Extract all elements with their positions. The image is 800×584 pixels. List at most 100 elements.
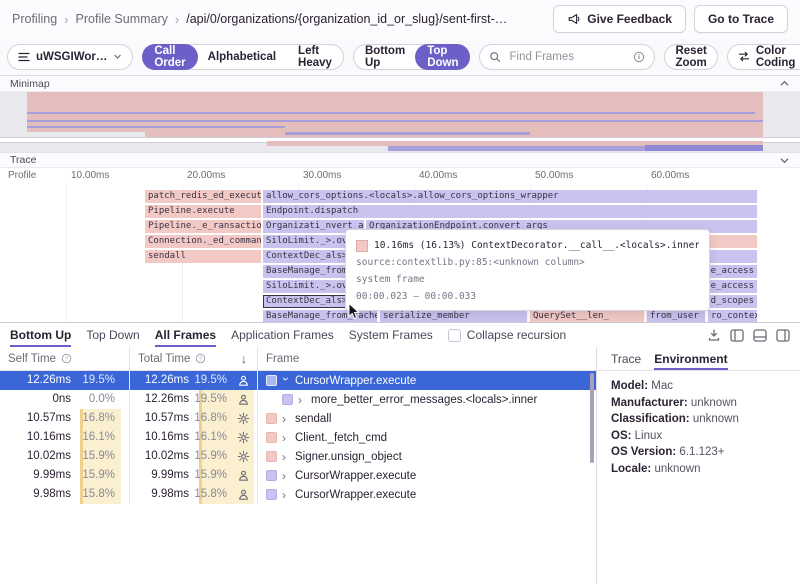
flame-frame[interactable]: ro_context	[708, 310, 758, 322]
direction-bottom-up[interactable]: Bottom Up	[354, 45, 416, 69]
flame-frame[interactable]: allow_cors_options.<locals>.allow_cors_o…	[263, 190, 758, 203]
chevron-collapsed-icon[interactable]: ›	[282, 413, 290, 425]
chevron-collapsed-icon[interactable]: ›	[298, 394, 306, 406]
ruler-tick: 50.00ms	[535, 170, 573, 181]
minimap-canvas[interactable]	[0, 92, 800, 152]
mouse-cursor	[347, 302, 360, 320]
chevron-collapsed-icon[interactable]: ›	[282, 470, 290, 482]
frame-cell[interactable]: ›CursorWrapper.execute	[258, 485, 596, 504]
total-time-cell: 12.26ms19.5%	[130, 371, 258, 390]
info-icon	[633, 51, 645, 63]
trace-header[interactable]: Trace	[0, 152, 800, 168]
flame-frame[interactable]: Endpoint.dispatch	[263, 205, 758, 218]
table-scrollbar[interactable]	[590, 373, 594, 463]
dock-left-icon[interactable]	[730, 329, 744, 342]
flame-frame[interactable]: sendall	[145, 250, 262, 263]
frame-column-header[interactable]: Frame	[258, 347, 596, 370]
sorting-mode-group: Call OrderAlphabeticalLeft Heavy	[142, 44, 344, 70]
download-icon[interactable]	[707, 328, 721, 342]
self-time-cell: 10.16ms16.1%	[0, 428, 130, 447]
chevron-collapsed-icon[interactable]: ›	[282, 451, 290, 463]
search-icon	[489, 51, 501, 63]
frame-cell[interactable]: › CursorWrapper.execute	[258, 466, 596, 485]
total-time-cell: 10.16ms16.1%	[130, 428, 258, 447]
table-row[interactable]: 10.02ms15.9%10.02ms15.9%›Signer.unsign_o…	[0, 447, 596, 466]
question-icon: ?	[61, 353, 72, 364]
breadcrumb-transaction: /api/0/organizations/{organization_id_or…	[186, 12, 507, 26]
tooltip-frame-type: system frame	[356, 271, 699, 288]
self-time-column-header[interactable]: Self Time ?	[0, 347, 130, 370]
go-to-trace-button[interactable]: Go to Trace	[694, 5, 788, 33]
svg-text:?: ?	[199, 357, 203, 363]
chevron-expanded-icon[interactable]: ›	[280, 377, 292, 385]
flame-frame[interactable]: BaseManage_from_cache	[263, 310, 378, 322]
gridline	[66, 184, 67, 322]
breadcrumb: Profiling › Profile Summary › /api/0/org…	[12, 12, 507, 27]
frame-color-square	[282, 394, 293, 405]
flame-frame[interactable]: Pipeline._e_ransaction	[145, 220, 262, 233]
drawer-tab-top-down[interactable]: Top Down	[86, 323, 139, 347]
find-frames-search[interactable]	[479, 44, 655, 70]
collapse-recursion-checkbox[interactable]: Collapse recursion	[448, 328, 566, 342]
profile-label: Profile	[8, 170, 36, 181]
frame-cell[interactable]: ›CursorWrapper.execute	[258, 371, 596, 390]
frame-cell[interactable]: › sendall	[258, 409, 596, 428]
chevron-down-icon[interactable]	[779, 155, 790, 166]
details-tab-environment[interactable]: Environment	[654, 347, 727, 370]
details-tab-trace[interactable]: Trace	[611, 347, 641, 370]
thread-selector[interactable]: uWSGIWor…	[7, 44, 133, 70]
give-feedback-button[interactable]: Give Feedback	[553, 5, 686, 33]
table-row[interactable]: 9.98ms15.8%9.98ms15.8%›CursorWrapper.exe…	[0, 485, 596, 504]
direction-top-down[interactable]: Top Down	[415, 44, 470, 70]
breadcrumb-profile-summary[interactable]: Profile Summary	[76, 12, 168, 26]
flame-frame[interactable]: Pipeline.execute	[145, 205, 262, 218]
search-input[interactable]	[507, 50, 627, 64]
frame-color-square	[266, 470, 277, 481]
table-row[interactable]: 12.26ms19.5%12.26ms19.5%›CursorWrapper.e…	[0, 371, 596, 390]
minimap-header[interactable]: Minimap	[0, 76, 800, 92]
sort-mode-left-heavy[interactable]: Left Heavy	[287, 45, 343, 69]
dock-bottom-icon[interactable]	[753, 329, 767, 342]
drawer-tab-bottom-up[interactable]: Bottom Up	[10, 323, 71, 347]
drawer-tab-application-frames[interactable]: Application Frames	[231, 323, 334, 347]
chevron-collapsed-icon[interactable]: ›	[282, 489, 290, 501]
table-row[interactable]: 10.16ms16.1%10.16ms16.1%›Client._fetch_c…	[0, 428, 596, 447]
chevron-collapsed-icon[interactable]: ›	[282, 432, 290, 444]
frame-name: sendall	[295, 413, 331, 425]
table-row[interactable]: 10.57ms16.8%10.57ms16.8%›sendall	[0, 409, 596, 428]
total-time-cell: 12.26ms19.5%	[130, 390, 258, 409]
flame-frame[interactable]: QuerySet__len_	[530, 310, 645, 322]
frame-name: CursorWrapper.execute	[295, 470, 416, 482]
self-time-cell: 12.26ms19.5%	[0, 371, 130, 390]
thread-list-icon	[18, 52, 30, 62]
chevron-up-icon[interactable]	[779, 78, 790, 89]
breadcrumb-profiling[interactable]: Profiling	[12, 12, 57, 26]
flame-frame[interactable]: serialize_member	[380, 310, 528, 322]
page-header: Profiling › Profile Summary › /api/0/org…	[0, 0, 800, 38]
drawer-tab-all-frames[interactable]: All Frames	[155, 323, 216, 347]
color-coding-button[interactable]: Color Coding	[727, 44, 800, 70]
flame-frame[interactable]: from_user	[647, 310, 706, 322]
sort-descending-icon[interactable]: ↓	[241, 352, 247, 366]
sort-mode-alphabetical[interactable]: Alphabetical	[197, 45, 287, 69]
drawer-tab-system-frames[interactable]: System Frames	[349, 323, 433, 347]
frame-cell[interactable]: ›more_better_error_messages.<locals>.inn…	[258, 390, 596, 409]
flame-frame[interactable]: Connection._ed_command	[145, 235, 262, 248]
system-frame-icon	[237, 431, 250, 444]
application-frame-icon	[237, 374, 250, 387]
checkbox-icon[interactable]	[448, 329, 461, 342]
table-row[interactable]: 0ns0.0%12.26ms19.5%›more_better_error_me…	[0, 390, 596, 409]
sort-mode-call-order[interactable]: Call Order	[142, 44, 197, 70]
dock-right-icon[interactable]	[776, 329, 790, 342]
frame-stack-drawer: Bottom Up Top Down All Frames Application …	[0, 322, 800, 584]
table-row[interactable]: 9.99ms15.9%9.99ms15.9%›CursorWrapper.exe…	[0, 466, 596, 485]
view-direction-group: Bottom UpTop Down	[353, 44, 471, 70]
frame-cell[interactable]: ›Signer.unsign_object	[258, 447, 596, 466]
total-time-column-header[interactable]: Total Time ? ↓	[130, 347, 258, 370]
tooltip-title: 10.16ms (16.13%) ContextDecorator.__call…	[374, 237, 699, 254]
flame-frame[interactable]: patch_redis_ed_execute	[145, 190, 262, 203]
application-frame-icon	[237, 469, 250, 482]
frame-cell[interactable]: ›Client._fetch_cmd	[258, 428, 596, 447]
reset-zoom-button[interactable]: Reset Zoom	[664, 44, 717, 70]
total-time-cell: 10.02ms15.9%	[130, 447, 258, 466]
